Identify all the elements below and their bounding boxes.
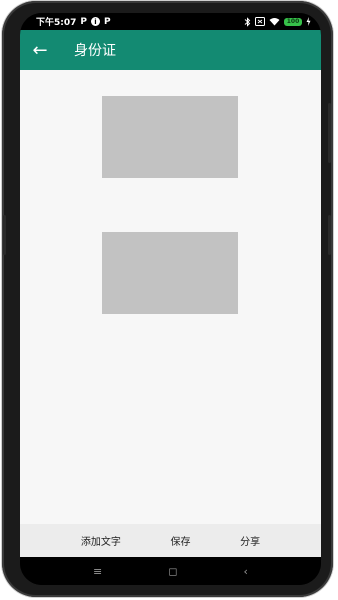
status-bar: 下午5:07 P i P 100 <box>20 13 321 30</box>
p-notification-icon-2: P <box>104 16 111 27</box>
content-area <box>20 70 321 524</box>
id-card-back-image[interactable] <box>102 232 238 314</box>
nav-back-icon[interactable]: ‹ <box>244 565 248 578</box>
id-card-front-image[interactable] <box>102 96 238 178</box>
status-left: 下午5:07 P i P <box>36 15 111 29</box>
app-bar: ← 身份证 <box>20 30 321 70</box>
battery-icon: 100 <box>284 17 302 26</box>
status-time: 下午5:07 <box>36 18 77 28</box>
side-button <box>328 215 331 255</box>
volume-button <box>3 215 6 255</box>
back-arrow-icon[interactable]: ← <box>20 30 60 70</box>
info-icon: i <box>91 17 100 26</box>
add-text-button[interactable]: 添加文字 <box>81 533 121 548</box>
p-notification-icon: P <box>80 16 87 27</box>
share-button[interactable]: 分享 <box>240 533 260 548</box>
charging-icon <box>306 17 311 26</box>
menu-icon[interactable]: ≡ <box>93 565 102 578</box>
status-right: 100 <box>244 16 311 27</box>
bluetooth-icon <box>244 16 251 27</box>
power-button <box>328 103 331 163</box>
save-button[interactable]: 保存 <box>170 533 190 548</box>
sim-icon <box>255 17 265 26</box>
bottom-action-bar: 添加文字 保存 分享 <box>20 524 321 557</box>
screen: 下午5:07 P i P 100 ← 身份证 添加文字 保存 分享 ≡ ◻ ‹ <box>20 13 321 585</box>
page-title: 身份证 <box>74 43 116 59</box>
phone-frame: 下午5:07 P i P 100 ← 身份证 添加文字 保存 分享 ≡ ◻ ‹ <box>2 1 333 597</box>
home-icon[interactable]: ◻ <box>168 565 177 578</box>
wifi-icon <box>269 17 280 26</box>
system-nav-bar: ≡ ◻ ‹ <box>20 557 321 585</box>
